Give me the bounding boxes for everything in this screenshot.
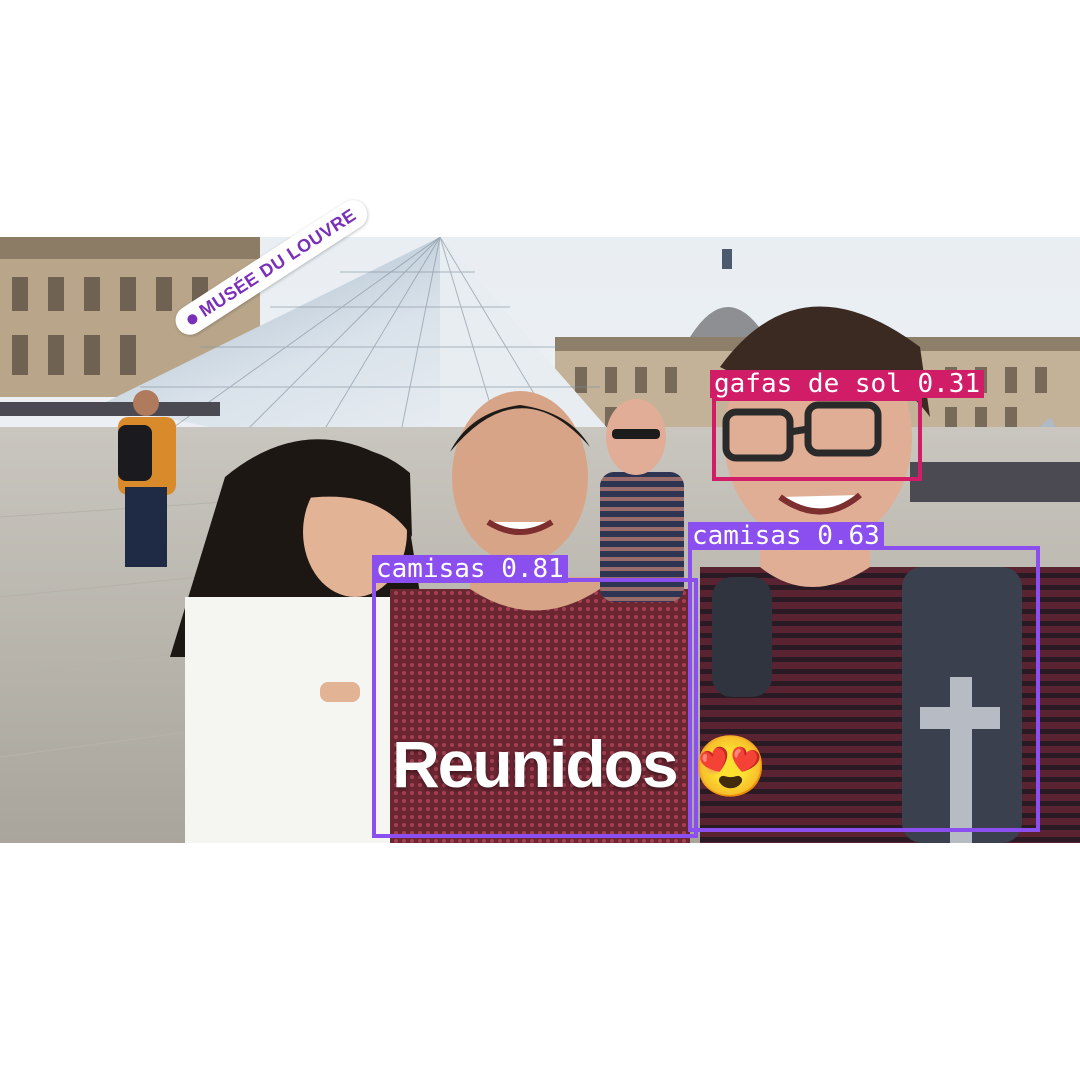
detection-label-shirt-middle: camisas 0.81 (372, 555, 568, 583)
detection-label-sunglasses: gafas de sol 0.31 (710, 370, 985, 398)
detection-box-shirt-right (688, 546, 1040, 832)
detection-label-shirt-right: camisas 0.63 (688, 522, 884, 550)
detection-box-sunglasses (712, 397, 922, 481)
detection-box-shirt-middle (372, 578, 698, 838)
location-pin-icon (185, 312, 200, 327)
